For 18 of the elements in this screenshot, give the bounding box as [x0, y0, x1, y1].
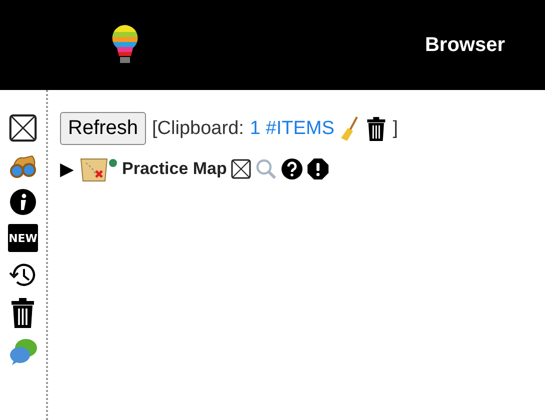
- alert-icon[interactable]: [306, 158, 329, 180]
- close-icon[interactable]: [9, 114, 37, 142]
- map-title[interactable]: Practice Map: [122, 159, 227, 179]
- close-icon[interactable]: [230, 159, 251, 179]
- clipboard-label: [Clipboard:: [152, 118, 244, 140]
- new-icon[interactable]: NEW: [8, 224, 38, 252]
- lightbulb-icon: [110, 24, 140, 66]
- broom-icon[interactable]: [340, 116, 360, 142]
- help-icon[interactable]: [280, 158, 303, 180]
- clipboard-items-link[interactable]: 1 #ITEMS: [250, 118, 334, 140]
- trash-icon[interactable]: [366, 116, 387, 140]
- info-icon[interactable]: [9, 188, 37, 216]
- window-title: Browser: [424, 34, 505, 56]
- trash-icon[interactable]: [10, 298, 36, 328]
- expand-toggle[interactable]: ▶: [60, 158, 74, 180]
- chat-icon[interactable]: [8, 336, 38, 366]
- refresh-button[interactable]: Refresh: [60, 112, 146, 145]
- clipboard-bracket: ]: [392, 118, 398, 140]
